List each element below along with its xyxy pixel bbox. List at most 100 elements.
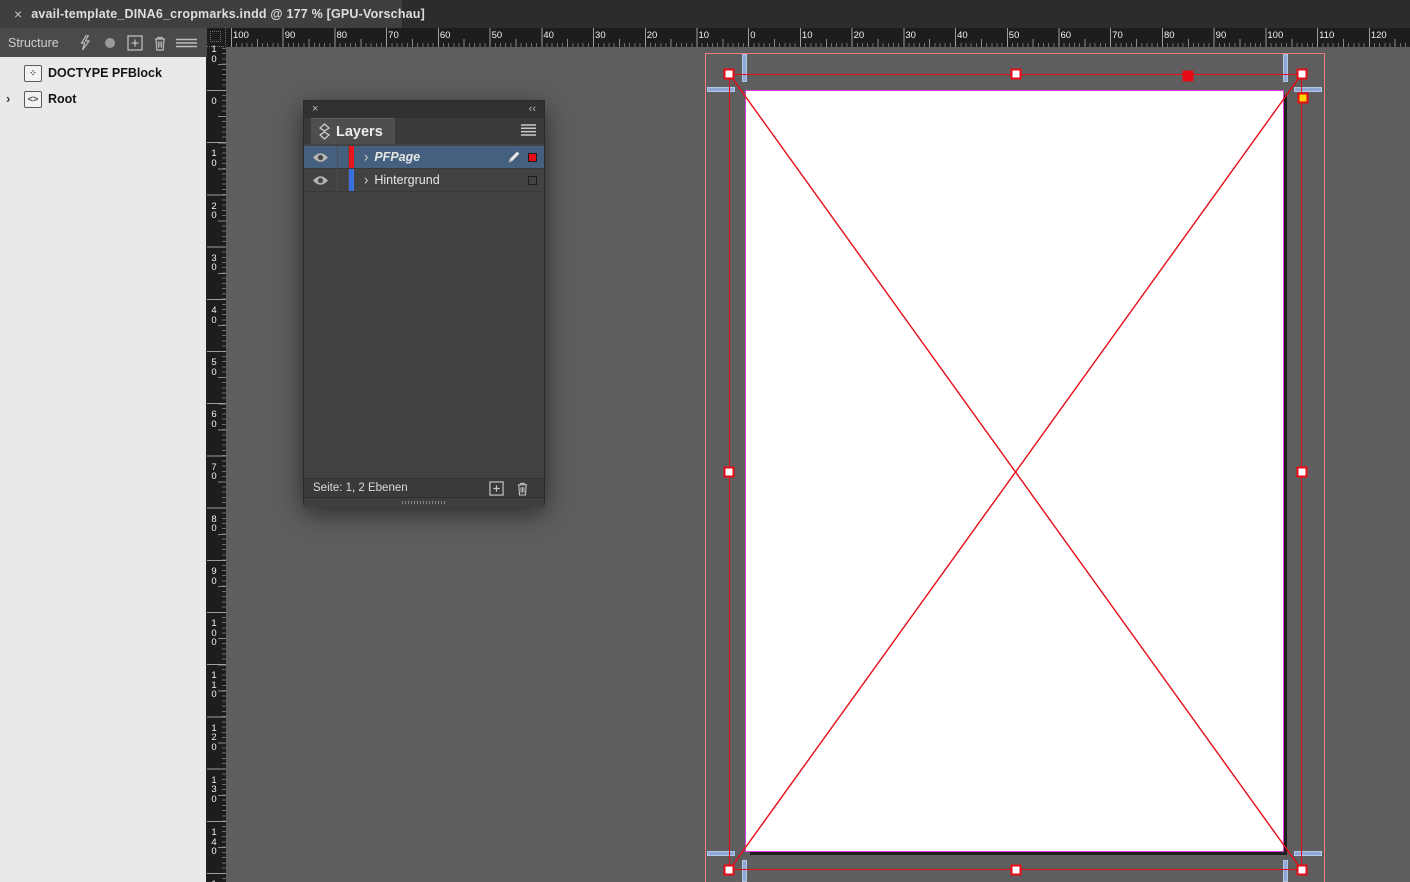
layer-expand-chevron-icon[interactable]: › bbox=[364, 170, 368, 187]
h-ruler-label: 80 bbox=[1164, 31, 1175, 41]
h-ruler-label: 90 bbox=[1216, 31, 1227, 41]
selection-proxy-square[interactable] bbox=[528, 176, 537, 185]
panel-menu-icon[interactable] bbox=[174, 33, 199, 53]
structure-item-label: Root bbox=[48, 92, 76, 106]
new-layer-icon[interactable] bbox=[483, 478, 509, 498]
v-ruler-label: 70 bbox=[210, 463, 218, 482]
structure-item-label: DOCTYPE PFBlock bbox=[48, 66, 162, 80]
v-ruler-label: 100 bbox=[210, 619, 218, 648]
tab-close-icon[interactable]: × bbox=[14, 7, 22, 21]
panel-close-icon[interactable]: × bbox=[312, 104, 318, 115]
layers-panel-titlebar[interactable]: × ‹‹ bbox=[304, 101, 544, 118]
structure-panel-header: Structure bbox=[0, 28, 207, 57]
visibility-eye-icon[interactable] bbox=[304, 146, 338, 168]
h-ruler-label: 100 bbox=[233, 31, 249, 41]
delete-layer-icon[interactable] bbox=[509, 478, 535, 498]
structure-panel: Structure ⁘DOCTYPE PFBlock ›<>Root bbox=[0, 28, 207, 882]
resize-grip bbox=[402, 501, 446, 504]
h-ruler-label: 120 bbox=[1371, 31, 1387, 41]
layers-tab-label: Layers bbox=[336, 124, 383, 140]
handle-bottom-right[interactable] bbox=[1297, 865, 1308, 876]
h-ruler-label: 40 bbox=[957, 31, 968, 41]
v-ruler-label: 60 bbox=[210, 410, 218, 429]
v-ruler-label: 50 bbox=[210, 358, 218, 377]
document-title: avail-template_DINA6_cropmarks.indd @ 17… bbox=[31, 7, 425, 21]
handle-middle-left[interactable] bbox=[724, 467, 735, 478]
v-ruler-label: 110 bbox=[210, 671, 218, 700]
structure-panel-title: Structure bbox=[8, 36, 59, 50]
selection-proxy-square[interactable] bbox=[528, 153, 537, 162]
vertical-ruler[interactable]: 100102030405060708090100110120130140150 bbox=[207, 47, 226, 882]
add-item-icon[interactable] bbox=[122, 33, 147, 53]
layer-expand-chevron-icon[interactable]: › bbox=[364, 147, 368, 164]
handle-bottom-center[interactable] bbox=[1011, 865, 1022, 876]
v-ruler-label: 90 bbox=[210, 567, 218, 586]
anchor-marker[interactable] bbox=[1183, 71, 1194, 82]
h-ruler-label: 60 bbox=[440, 31, 451, 41]
h-ruler-label: 50 bbox=[1009, 31, 1020, 41]
selected-graphic-frame[interactable] bbox=[729, 74, 1302, 870]
panel-cycle-icon bbox=[319, 123, 330, 140]
h-ruler-label: 20 bbox=[854, 31, 865, 41]
layer-row-pfpage[interactable]: › PFPage bbox=[304, 146, 544, 169]
handle-bottom-left[interactable] bbox=[724, 865, 735, 876]
layers-panel: × ‹‹ Layers › PFPage › Hintergrund Seite: 1… bbox=[303, 100, 545, 505]
layer-color-bar bbox=[349, 169, 354, 191]
h-ruler-label: 100 bbox=[1267, 31, 1283, 41]
layer-name: PFPage bbox=[374, 150, 503, 164]
h-ruler-label: 40 bbox=[543, 31, 554, 41]
h-ruler-label: 60 bbox=[1061, 31, 1072, 41]
h-ruler-label: 20 bbox=[647, 31, 658, 41]
h-ruler-label: 70 bbox=[388, 31, 399, 41]
corner-edit-widget[interactable] bbox=[1298, 93, 1309, 104]
h-ruler-label: 80 bbox=[336, 31, 347, 41]
h-ruler-label: 90 bbox=[285, 31, 296, 41]
v-ruler-label: 30 bbox=[210, 254, 218, 273]
v-ruler-label: 40 bbox=[210, 306, 218, 325]
structure-tree: ⁘DOCTYPE PFBlock ›<>Root bbox=[0, 57, 207, 882]
layers-list: › PFPage › Hintergrund bbox=[304, 144, 544, 480]
horizontal-ruler[interactable]: 1009080706050403020100102030405060708090… bbox=[226, 28, 1410, 47]
layer-color-bar bbox=[349, 146, 354, 168]
visibility-eye-icon[interactable] bbox=[304, 169, 338, 191]
panel-resize-handle[interactable] bbox=[304, 497, 544, 507]
h-ruler-label: 10 bbox=[698, 31, 709, 41]
empty-frame-cross bbox=[730, 75, 1301, 869]
layer-name: Hintergrund bbox=[374, 173, 503, 187]
layers-tab[interactable]: Layers bbox=[311, 118, 395, 144]
v-ruler-label: 130 bbox=[210, 776, 218, 805]
expand-chevron-icon[interactable]: › bbox=[6, 93, 18, 105]
h-ruler-label: 70 bbox=[1112, 31, 1123, 41]
handle-top-right[interactable] bbox=[1297, 69, 1308, 80]
application-window: 1009080706050403020100102030405060708090… bbox=[0, 0, 1410, 882]
handle-top-left[interactable] bbox=[724, 69, 735, 80]
document-tab[interactable]: × avail-template_DINA6_cropmarks.indd @ … bbox=[0, 0, 402, 28]
document-tab-bar: × avail-template_DINA6_cropmarks.indd @ … bbox=[0, 0, 1410, 28]
structure-item-root[interactable]: ›<>Root bbox=[0, 89, 206, 109]
structure-item-doctype-pfblock[interactable]: ⁘DOCTYPE PFBlock bbox=[0, 63, 206, 83]
handle-middle-right[interactable] bbox=[1297, 467, 1308, 478]
lock-toggle-cell[interactable] bbox=[338, 169, 349, 191]
v-ruler-label: 10 bbox=[210, 45, 218, 64]
v-ruler-label: 80 bbox=[210, 515, 218, 534]
h-ruler-label: 50 bbox=[492, 31, 503, 41]
pen-edit-icon bbox=[503, 150, 525, 164]
panel-collapse-icon[interactable]: ‹‹ bbox=[529, 104, 536, 115]
lock-toggle-cell[interactable] bbox=[338, 146, 349, 168]
v-ruler-label: 120 bbox=[210, 724, 218, 753]
layers-tab-row: Layers bbox=[304, 118, 544, 144]
layers-menu-icon[interactable] bbox=[521, 124, 536, 136]
h-ruler-label: 0 bbox=[750, 31, 755, 41]
h-ruler-label: 30 bbox=[905, 31, 916, 41]
v-ruler-label: 0 bbox=[210, 97, 218, 107]
record-icon[interactable] bbox=[98, 33, 123, 53]
handle-top-center[interactable] bbox=[1011, 69, 1022, 80]
flash-icon[interactable] bbox=[73, 33, 98, 53]
h-ruler-label: 10 bbox=[802, 31, 813, 41]
layer-row-hintergrund[interactable]: › Hintergrund bbox=[304, 169, 544, 192]
v-ruler-label: 140 bbox=[210, 828, 218, 857]
v-ruler-label: 20 bbox=[210, 202, 218, 221]
v-ruler-label: 10 bbox=[210, 149, 218, 168]
layers-status-bar: Seite: 1, 2 Ebenen bbox=[304, 478, 544, 497]
trash-icon[interactable] bbox=[147, 33, 172, 53]
